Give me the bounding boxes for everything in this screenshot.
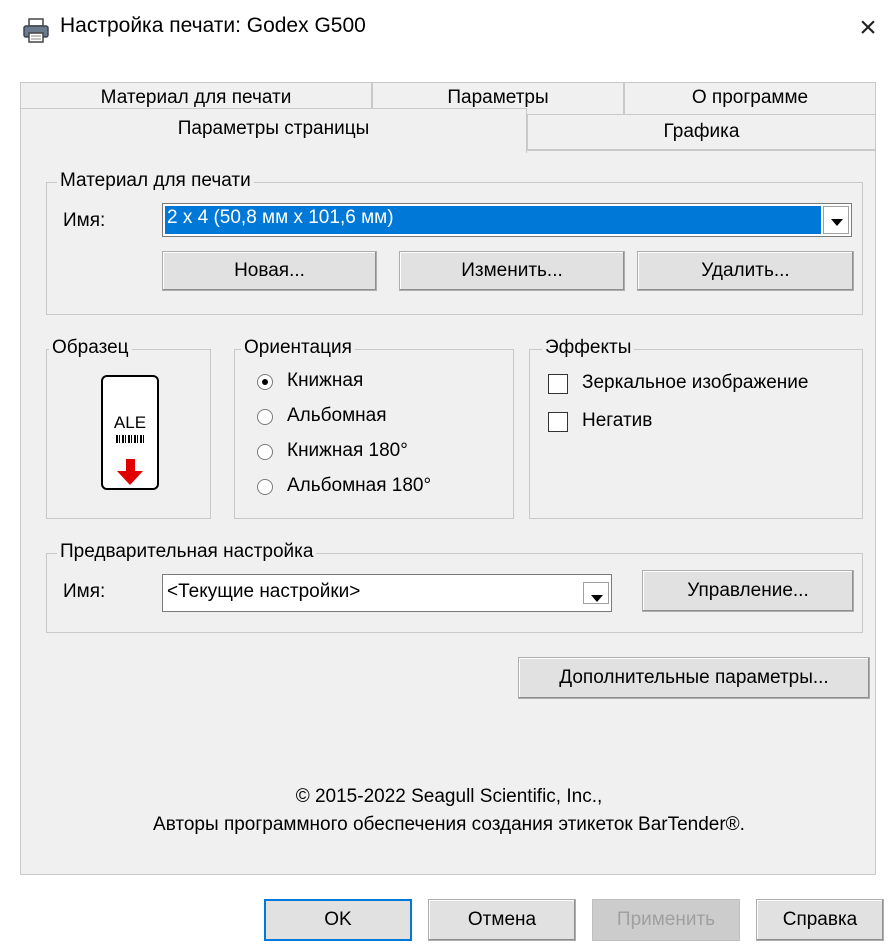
copyright-line-2: Авторы программного обеспечения создания…	[153, 814, 745, 835]
edit-media-button[interactable]: Изменить...	[399, 251, 625, 291]
cancel-button[interactable]: Отмена	[428, 899, 576, 941]
barcode-icon	[116, 435, 144, 443]
manage-presets-button[interactable]: Управление...	[642, 570, 854, 612]
close-icon[interactable]: ×	[852, 12, 884, 44]
radio-portrait-180[interactable]	[257, 444, 273, 460]
apply-button: Применить	[592, 899, 740, 941]
radio-portrait[interactable]	[257, 374, 273, 390]
arrow-head-icon	[117, 471, 143, 485]
media-name-combo[interactable]: 2 x 4 (50,8 мм x 101,6 мм)	[162, 203, 852, 237]
arrow-down-icon	[126, 459, 135, 471]
checkbox-negative[interactable]	[548, 412, 568, 432]
effects-group: Эффекты Зеркальное изображение Негатив	[529, 337, 863, 519]
chevron-down-icon[interactable]	[583, 582, 609, 604]
sample-group-title: Образец	[49, 337, 132, 359]
media-group-title: Материал для печати	[57, 170, 254, 192]
preset-group: Предварительная настройка Имя: <Текущие …	[46, 541, 863, 633]
preset-group-title: Предварительная настройка	[57, 541, 317, 563]
chevron-down-icon[interactable]	[823, 206, 849, 234]
copyright-line-1: © 2015-2022 Seagull Scientific, Inc.,	[295, 786, 603, 807]
orientation-group-title: Ориентация	[241, 337, 355, 359]
checkbox-mirror-label[interactable]: Зеркальное изображение	[582, 372, 808, 394]
delete-media-button[interactable]: Удалить...	[637, 251, 854, 291]
media-name-label: Имя:	[63, 210, 106, 231]
tab-page-setup[interactable]: Параметры страницы	[20, 108, 527, 153]
media-name-value: 2 x 4 (50,8 мм x 101,6 мм)	[167, 207, 394, 228]
new-media-button[interactable]: Новая...	[162, 251, 377, 291]
radio-landscape[interactable]	[257, 409, 273, 425]
checkbox-mirror[interactable]	[548, 374, 568, 394]
sample-label-text: ALE	[113, 413, 147, 432]
preset-name-value: <Текущие настройки>	[167, 581, 361, 602]
orientation-group: Ориентация Книжная Альбомная Книжная 180…	[234, 337, 514, 519]
sample-label-preview: ALE	[101, 375, 159, 490]
radio-landscape-180-label[interactable]: Альбомная 180°	[287, 475, 431, 497]
preset-name-combo[interactable]: <Текущие настройки>	[162, 574, 612, 612]
ok-button[interactable]: OK	[264, 899, 412, 941]
advanced-options-button[interactable]: Дополнительные параметры...	[518, 657, 870, 699]
sample-group: Образец ALE	[46, 337, 211, 519]
tab-panel: Материал для печати Имя: 2 x 4 (50,8 мм …	[20, 150, 876, 875]
window-title: Настройка печати: Godex G500	[60, 14, 366, 37]
media-group: Материал для печати Имя: 2 x 4 (50,8 мм …	[46, 170, 863, 315]
title-bar: Настройка печати: Godex G500 ×	[0, 0, 895, 60]
radio-portrait-label[interactable]: Книжная	[287, 370, 363, 392]
printer-icon	[23, 18, 49, 43]
effects-group-title: Эффекты	[542, 337, 635, 359]
radio-landscape-label[interactable]: Альбомная	[287, 405, 387, 427]
radio-landscape-180[interactable]	[257, 479, 273, 495]
checkbox-negative-label[interactable]: Негатив	[582, 410, 652, 432]
help-button[interactable]: Справка	[756, 899, 884, 941]
radio-portrait-180-label[interactable]: Книжная 180°	[287, 440, 408, 462]
preset-name-label: Имя:	[63, 581, 106, 602]
tab-about[interactable]: О программе	[624, 82, 876, 114]
tab-graphics[interactable]: Графика	[527, 114, 876, 150]
